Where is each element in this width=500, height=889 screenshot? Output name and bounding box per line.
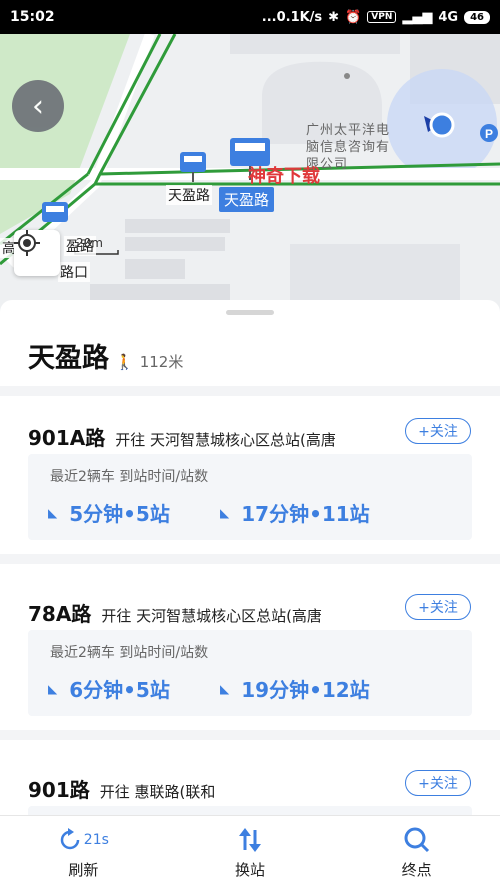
scale-label: 20m (76, 236, 103, 250)
terminal-label: 终点 (401, 861, 432, 879)
route-title: 78A路 开往 天河智慧城核心区总站(高唐 (28, 598, 322, 627)
selected-stop-label[interactable]: 天盈路 (219, 187, 275, 212)
eta-value: 5分钟•5站 (69, 502, 170, 526)
eta-value: 6分钟•5站 (69, 678, 170, 702)
signal-icon: ▂▄▆ (402, 9, 433, 25)
refresh-button[interactable]: 21s 刷新 (0, 816, 167, 889)
eta-item: ◣ 17分钟•11站 (220, 498, 370, 527)
swap-vertical-icon (239, 828, 261, 852)
route-title: 901A路 开往 天河智慧城核心区总站(高唐 (28, 422, 336, 451)
walk-icon: 🚶 (115, 353, 134, 371)
magnifier-icon (404, 827, 429, 853)
network-type: 4G (438, 9, 459, 25)
eta-box: 最近2辆车 到站时间/站数 ◣ 6分钟•5站 ◣ 19分钟•12站 (28, 630, 472, 716)
refresh-arrow-icon (60, 828, 80, 850)
terminal-button[interactable]: 终点 (333, 816, 500, 889)
route-direction: 开往 天河智慧城核心区总站(高唐 (101, 607, 322, 625)
map-view[interactable]: P ‹ 广州太平洋电脑信息咨询有限公司 天盈路 高 盈路 路口 天盈路 神奇下载… (0, 34, 500, 314)
follow-button[interactable]: +关注 (405, 418, 471, 444)
signal-icon: ◣ (220, 505, 230, 520)
follow-button[interactable]: +关注 (405, 770, 471, 796)
locate-icon (14, 230, 40, 256)
eta-caption: 最近2辆车 到站时间/站数 (50, 645, 209, 661)
sheet-drag-handle[interactable] (226, 310, 274, 315)
chevron-left-icon: ‹ (32, 88, 44, 124)
route-title: 901路 开往 惠联路(联和 (28, 774, 215, 803)
bus-stop-icon (42, 202, 68, 222)
section-divider (0, 554, 500, 564)
vpn-badge: VPN (367, 11, 397, 23)
building (125, 237, 225, 251)
back-button[interactable]: ‹ (12, 80, 64, 132)
eta-item: ◣ 5分钟•5站 (48, 498, 170, 527)
building (125, 219, 230, 233)
signal-icon: ◣ (48, 505, 58, 520)
stop-name: 天盈路 (28, 343, 109, 374)
section-divider (0, 386, 500, 396)
locate-button[interactable] (14, 230, 60, 276)
svg-text:P: P (485, 127, 493, 141)
stop-detail-sheet[interactable]: 天盈路 🚶 112米 901A路 开往 天河智慧城核心区总站(高唐 +关注 最近… (0, 300, 500, 815)
watermark: 神奇下载 (248, 166, 320, 187)
signal-icon: ◣ (48, 681, 58, 696)
refresh-countdown: 21s (83, 832, 109, 848)
building (230, 34, 400, 54)
battery-icon: 46 (464, 10, 490, 24)
status-bar: 15:02 ...0.1K/s ✱ ⏰ VPN ▂▄▆ 4G 46 (0, 0, 500, 34)
road-label: 路口 (58, 262, 90, 282)
route-number: 901A路 (28, 426, 106, 450)
eta-box: 最近2辆车 到站时间/站数 ◣ 5分钟•5站 ◣ 17分钟•11站 (28, 454, 472, 540)
route-number: 901路 (28, 778, 90, 802)
user-location-icon (429, 112, 455, 138)
eta-value: 19分钟•12站 (241, 678, 370, 702)
route-number: 78A路 (28, 602, 92, 626)
poi-marker (344, 73, 350, 79)
stop-header: 天盈路 🚶 112米 (28, 336, 183, 375)
route-direction: 开往 惠联路(联和 (99, 783, 216, 801)
bluetooth-icon: ✱ (328, 9, 340, 25)
eta-value: 17分钟•11站 (241, 502, 370, 526)
refresh-icon: 21s (58, 825, 109, 855)
swap-icon (236, 825, 264, 855)
route-direction: 开往 天河智慧城核心区总站(高唐 (115, 431, 336, 449)
signal-icon: ◣ (220, 681, 230, 696)
road-label: 天盈路 (166, 185, 212, 205)
refresh-label: 刷新 (68, 861, 99, 879)
switch-stop-button[interactable]: 换站 (167, 816, 334, 889)
status-time: 15:02 (10, 9, 55, 25)
switch-stop-label: 换站 (235, 861, 266, 879)
follow-button[interactable]: +关注 (405, 594, 471, 620)
eta-item: ◣ 19分钟•12站 (220, 674, 370, 703)
bottom-toolbar: 21s 刷新 换站 终点 (0, 815, 500, 889)
search-icon (403, 825, 431, 855)
eta-caption: 最近2辆车 到站时间/站数 (50, 469, 209, 485)
status-icons: ...0.1K/s ✱ ⏰ VPN ▂▄▆ 4G 46 (262, 10, 490, 25)
eta-item: ◣ 6分钟•5站 (48, 674, 170, 703)
eta-box (28, 806, 472, 815)
building (125, 259, 185, 279)
walk-distance: 112米 (139, 353, 184, 371)
network-speed: ...0.1K/s (261, 9, 323, 25)
alarm-icon: ⏰ (345, 9, 362, 25)
section-divider (0, 730, 500, 740)
